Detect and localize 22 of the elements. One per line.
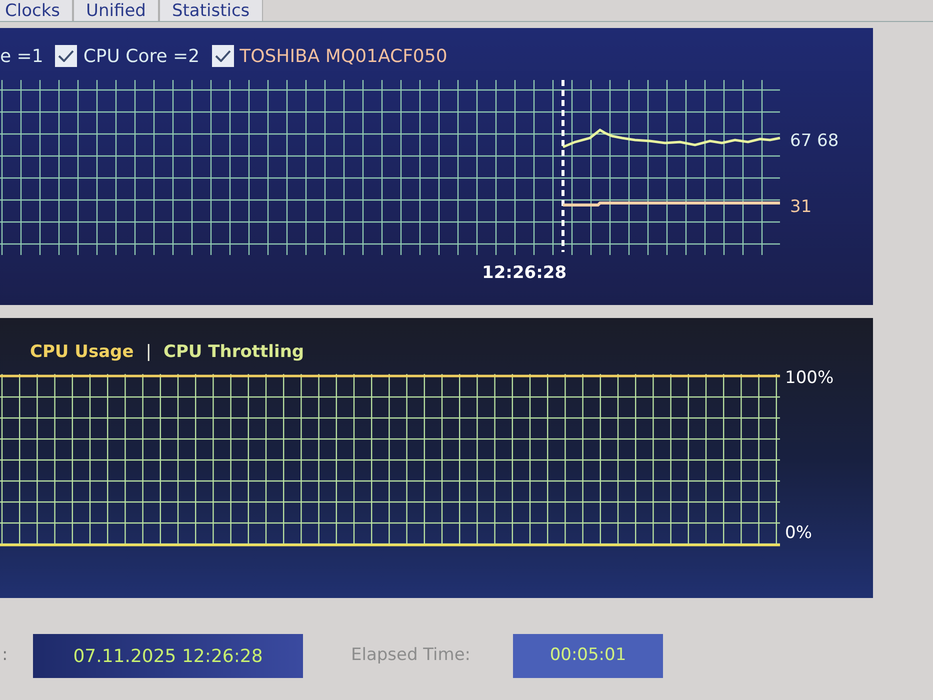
legend-label: CPU Throttling [164,341,304,364]
sensor-reading: 67 68 [790,130,839,153]
sensor-label: TOSHIBA MQ01ACF050 [240,44,448,68]
start-label: : [1,644,9,668]
tab[interactable]: Clocks [0,0,74,21]
elapsed-time-field: 00:05:01 [513,634,663,678]
legend-separator: | [146,341,152,364]
start-time-field: 07.11.2025 12:26:28 [33,634,303,678]
sensor-reading: 31 [790,196,813,218]
legend-label: CPU Usage [30,341,134,364]
sensor-label: e =1 [0,44,44,68]
tab[interactable]: Statistics [158,0,263,21]
time-marker: 12:26:28 [482,263,567,283]
elapsed-label: Elapsed Time: [351,644,472,668]
axis-label: 0% [785,522,813,544]
axis-label: 100% [785,367,834,390]
checkbox[interactable] [212,45,234,67]
checkmark-icon [214,50,231,62]
sensor-label: CPU Core =2 [83,44,200,68]
tab[interactable]: Unified [73,0,159,21]
checkmark-icon [58,50,74,62]
checkbox[interactable] [55,45,78,67]
